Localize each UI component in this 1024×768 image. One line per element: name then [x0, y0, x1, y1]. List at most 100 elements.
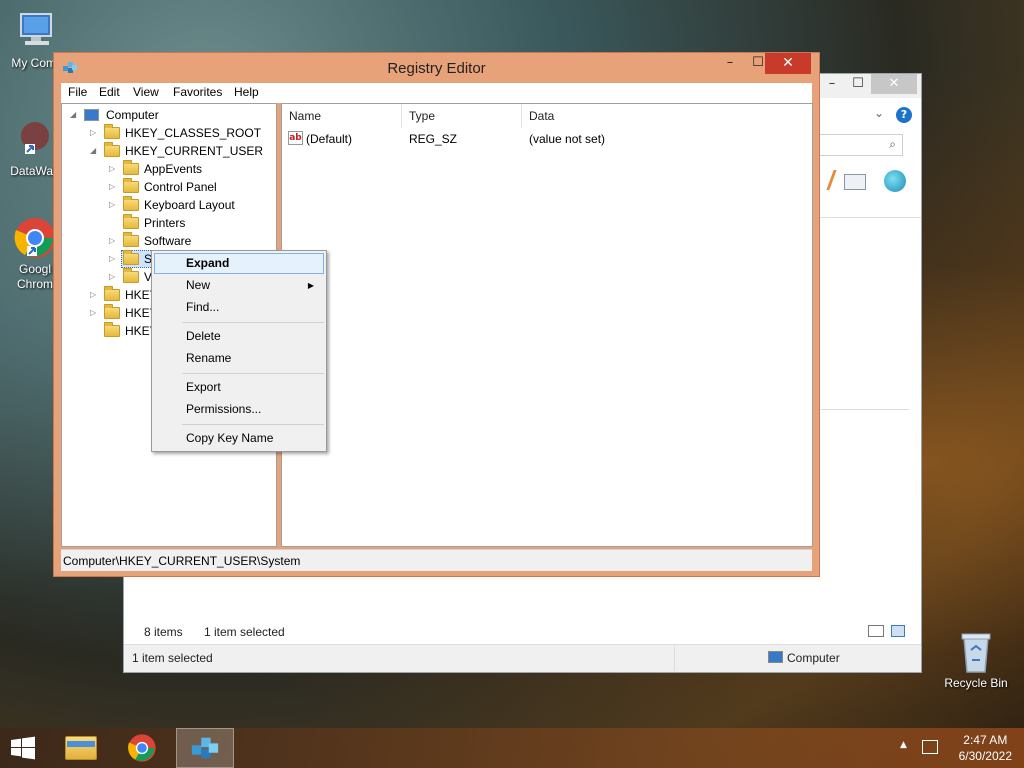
- selected-count: 1 item selected: [204, 625, 285, 639]
- context-menu-permissions[interactable]: Permissions...: [154, 399, 324, 420]
- context-menu-new[interactable]: New ▶: [154, 275, 324, 296]
- context-menu-rename[interactable]: Rename: [154, 348, 324, 369]
- menu-file[interactable]: File: [68, 85, 87, 99]
- menu-view[interactable]: View: [133, 85, 159, 99]
- help-icon[interactable]: ?: [896, 107, 912, 123]
- collapsed-arrow-icon[interactable]: ▷: [109, 232, 119, 250]
- tree-node-label: Computer: [106, 108, 159, 122]
- column-header-name[interactable]: Name: [282, 104, 402, 128]
- status-location: Computer: [787, 651, 840, 665]
- value-type: REG_SZ: [409, 132, 458, 146]
- taskbar-chrome[interactable]: [114, 728, 172, 768]
- taskbar-registry-editor[interactable]: [176, 728, 234, 768]
- menu-separator: [182, 373, 324, 374]
- tree-node-label: HKEY_CLASSES_ROOT: [125, 126, 262, 140]
- start-button[interactable]: [8, 736, 38, 760]
- chrome-icon: [13, 216, 57, 260]
- folder-icon: [123, 214, 139, 229]
- folder-icon: [65, 736, 97, 760]
- windows-logo-icon: [11, 736, 35, 760]
- expanded-arrow-icon[interactable]: ◢: [70, 106, 80, 124]
- folder-icon: [104, 124, 120, 139]
- tree-node-label: Software: [144, 234, 192, 248]
- close-icon[interactable]: ✕: [765, 53, 811, 74]
- taskbar-file-explorer[interactable]: [52, 728, 110, 768]
- context-menu-copy-key-name[interactable]: Copy Key Name: [154, 428, 324, 449]
- computer-icon: [768, 651, 783, 663]
- collapsed-arrow-icon[interactable]: ▷: [90, 304, 100, 322]
- explorer-item-status: 8 items 1 item selected: [124, 620, 921, 644]
- collapsed-arrow-icon[interactable]: ▷: [90, 124, 100, 142]
- context-menu-export[interactable]: Export: [154, 377, 324, 398]
- desktop-icon-label: Recycle Bin: [944, 676, 1008, 690]
- recycle-bin-icon: [954, 630, 998, 674]
- chevron-down-icon[interactable]: ⌄: [874, 106, 884, 120]
- collapsed-arrow-icon[interactable]: ▷: [109, 178, 119, 196]
- collapsed-arrow-icon[interactable]: ▷: [109, 196, 119, 214]
- expanded-arrow-icon[interactable]: ◢: [90, 142, 100, 160]
- column-header-data[interactable]: Data: [522, 104, 812, 128]
- computer-icon: [84, 109, 99, 121]
- large-icons-view-icon[interactable]: [891, 625, 905, 637]
- window-title: Registry Editor: [387, 60, 486, 77]
- details-view-icon[interactable]: [868, 625, 884, 637]
- submenu-arrow-icon: ▶: [307, 281, 314, 290]
- status-selected: 1 item selected: [132, 651, 213, 665]
- folder-icon: [104, 286, 120, 301]
- context-menu-find[interactable]: Find...: [154, 297, 324, 318]
- collapsed-arrow-icon[interactable]: ▷: [109, 160, 119, 178]
- column-header-type[interactable]: Type: [402, 104, 522, 128]
- regedit-icon: [191, 737, 219, 759]
- email-icon[interactable]: [844, 174, 866, 190]
- desktop-icon-recycle-bin[interactable]: Recycle Bin: [938, 630, 1014, 691]
- chrome-icon: [128, 734, 156, 762]
- folder-icon: [104, 322, 120, 337]
- values-list[interactable]: Name Type Data ab (Default) REG_SZ (valu…: [281, 103, 813, 547]
- network-icon[interactable]: [922, 740, 938, 754]
- show-hidden-icons-icon[interactable]: ▲: [900, 740, 907, 750]
- maximize-icon[interactable]: ☐: [843, 74, 873, 94]
- table-row[interactable]: ab (Default) REG_SZ (value not set): [282, 130, 812, 148]
- explorer-divider: [821, 409, 909, 410]
- computer-icon: [15, 10, 59, 54]
- collapsed-arrow-icon[interactable]: ▷: [109, 250, 119, 268]
- system-clock[interactable]: 2:47 AM 6/30/2022: [959, 732, 1012, 764]
- clock-date: 6/30/2022: [958, 749, 1012, 763]
- menu-bar: File Edit View Favorites Help: [61, 83, 812, 103]
- folder-icon: [123, 268, 139, 283]
- minimize-icon[interactable]: –: [716, 53, 744, 74]
- menu-edit[interactable]: Edit: [99, 85, 120, 99]
- folder-tab: [67, 741, 95, 747]
- search-box[interactable]: ⌕: [819, 134, 903, 156]
- context-menu[interactable]: Expand New ▶ Find... Delete Rename Expor…: [151, 250, 327, 452]
- regedit-title-bar[interactable]: Registry Editor – ☐ ✕: [54, 53, 819, 83]
- menu-item-label: New: [186, 278, 211, 292]
- tree-node-label: Keyboard Layout: [144, 198, 235, 212]
- regedit-status-bar: Computer\HKEY_CURRENT_USER\System: [61, 549, 812, 571]
- tree-node-label: HKEY_CURRENT_USER: [125, 144, 264, 158]
- items-count: 8 items: [144, 625, 183, 639]
- tree-node-label: AppEvents: [144, 162, 203, 176]
- menu-separator: [182, 424, 324, 425]
- globe-icon[interactable]: [884, 170, 906, 192]
- folder-icon: [123, 196, 139, 211]
- tree-node-label: Control Panel: [144, 180, 217, 194]
- context-menu-delete[interactable]: Delete: [154, 326, 324, 347]
- folder-icon: [123, 178, 139, 193]
- folder-icon: [104, 304, 120, 319]
- current-key-path: Computer\HKEY_CURRENT_USER\System: [63, 554, 301, 568]
- collapsed-arrow-icon[interactable]: ▷: [90, 286, 100, 304]
- menu-help[interactable]: Help: [234, 85, 259, 99]
- menu-favorites[interactable]: Favorites: [173, 85, 222, 99]
- context-menu-expand[interactable]: Expand: [154, 253, 324, 274]
- explorer-status-bar: 1 item selected Computer: [124, 644, 921, 672]
- search-icon: ⌕: [889, 137, 896, 151]
- menu-separator: [182, 322, 324, 323]
- folder-icon: [123, 232, 139, 247]
- status-divider: [674, 645, 675, 671]
- value-name: (Default): [306, 132, 353, 146]
- collapsed-arrow-icon[interactable]: ▷: [109, 268, 119, 286]
- datawag-icon: [13, 118, 57, 162]
- folder-icon: [123, 250, 139, 265]
- close-icon[interactable]: ✕: [871, 74, 917, 94]
